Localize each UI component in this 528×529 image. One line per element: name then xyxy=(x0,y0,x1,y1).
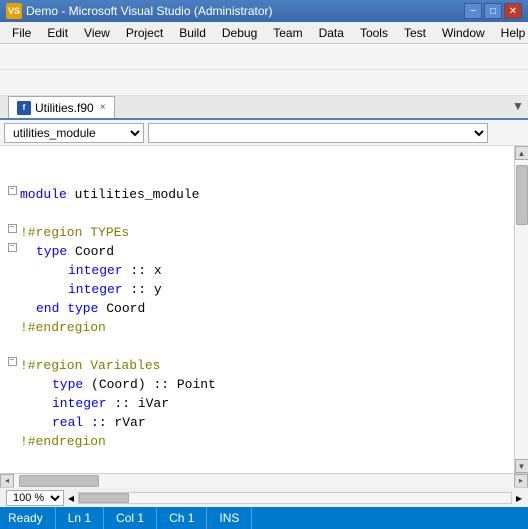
code-content: type Coord xyxy=(36,243,114,262)
editor-row: −module utilities_module−!#region TYPEs−… xyxy=(0,146,528,473)
code-line xyxy=(0,452,514,471)
code-line xyxy=(0,205,514,224)
h-scroll-left-label[interactable]: ◂ xyxy=(68,491,74,505)
code-line: −!#region Variables xyxy=(0,357,514,376)
menu-item-view[interactable]: View xyxy=(76,24,118,42)
code-line: !#endregion xyxy=(0,319,514,338)
title-text: Demo - Microsoft Visual Studio (Administ… xyxy=(26,4,464,18)
status-ins: INS xyxy=(207,507,252,529)
zoom-select[interactable]: 100 % xyxy=(6,490,64,506)
h-scroll-thumb[interactable] xyxy=(19,475,99,487)
code-content: real :: rVar xyxy=(52,414,146,433)
menu-item-file[interactable]: File xyxy=(4,24,39,42)
scroll-right-arrow[interactable]: ▸ xyxy=(514,474,528,488)
code-content: integer :: y xyxy=(68,281,162,300)
code-content: !#endregion xyxy=(20,319,106,338)
maximize-button[interactable]: □ xyxy=(484,3,502,19)
code-content: integer :: iVar xyxy=(52,395,169,414)
main-content: −module utilities_module−!#region TYPEs−… xyxy=(0,146,528,507)
code-line: !#endregion xyxy=(0,433,514,452)
status-bar: Ready Ln 1 Col 1 Ch 1 INS xyxy=(0,507,528,529)
tab-close-button[interactable]: × xyxy=(100,102,106,113)
scope-left-dropdown[interactable]: utilities_module xyxy=(4,123,144,143)
h-scroll-track[interactable] xyxy=(14,474,514,488)
code-line xyxy=(0,338,514,357)
scroll-track[interactable] xyxy=(515,160,528,459)
code-content: !#endregion xyxy=(20,433,106,452)
code-line: − type Coord xyxy=(0,243,514,262)
menu-item-help[interactable]: Help xyxy=(493,24,528,42)
editor-tab[interactable]: f Utilities.f90 × xyxy=(8,96,115,118)
zoom-scroll-track[interactable] xyxy=(78,492,512,504)
collapse-button[interactable]: − xyxy=(8,224,17,233)
code-content: integer :: x xyxy=(68,262,162,281)
code-line: −!#region TYPEs xyxy=(0,224,514,243)
status-ready: Ready xyxy=(8,507,56,529)
collapse-button[interactable]: − xyxy=(8,357,17,366)
code-line: integer :: iVar xyxy=(0,395,514,414)
menu-item-debug[interactable]: Debug xyxy=(214,24,265,42)
minimize-button[interactable]: − xyxy=(464,3,482,19)
status-col: Col 1 xyxy=(104,507,157,529)
vertical-scrollbar: ▲ ▼ xyxy=(514,146,528,473)
menu-item-project[interactable]: Project xyxy=(118,24,171,42)
scope-right-dropdown[interactable] xyxy=(148,123,488,143)
menu-item-edit[interactable]: Edit xyxy=(39,24,76,42)
tab-file-icon: f xyxy=(17,101,31,115)
scroll-up-arrow[interactable]: ▲ xyxy=(515,146,528,160)
code-content: type (Coord) :: Point xyxy=(52,376,216,395)
toolbar-main xyxy=(0,44,528,70)
status-ch: Ch 1 xyxy=(157,507,207,529)
tab-filename: Utilities.f90 xyxy=(35,101,94,115)
menu-item-build[interactable]: Build xyxy=(171,24,214,42)
code-line: real :: rVar xyxy=(0,414,514,433)
code-content: end type Coord xyxy=(36,300,145,319)
horizontal-scrollbar: ◂ ▸ xyxy=(0,473,528,487)
status-line: Ln 1 xyxy=(56,507,104,529)
code-content: module utilities_module xyxy=(20,186,199,205)
menu-item-tools[interactable]: Tools xyxy=(352,24,396,42)
app-icon: VS xyxy=(6,3,22,19)
menu-item-data[interactable]: Data xyxy=(311,24,352,42)
code-content: !#region Variables xyxy=(20,357,160,376)
tab-bar: f Utilities.f90 × ▼ xyxy=(0,96,528,120)
code-line: end type Coord xyxy=(0,300,514,319)
scroll-down-arrow[interactable]: ▼ xyxy=(515,459,528,473)
scroll-left-arrow[interactable]: ◂ xyxy=(0,474,14,488)
h-scroll-right-label[interactable]: ▸ xyxy=(516,491,522,505)
code-line: integer :: y xyxy=(0,281,514,300)
toolbar-secondary xyxy=(0,70,528,96)
scroll-thumb[interactable] xyxy=(516,165,528,225)
menu-item-test[interactable]: Test xyxy=(396,24,434,42)
window-controls: − □ ✕ xyxy=(464,3,522,19)
collapse-button[interactable]: − xyxy=(8,186,17,195)
code-line: type (Coord) :: Point xyxy=(0,376,514,395)
menu-item-window[interactable]: Window xyxy=(434,24,493,42)
code-content: !#region TYPEs xyxy=(20,224,129,243)
tab-scroll-button[interactable]: ▼ xyxy=(508,94,528,118)
code-line: integer :: x xyxy=(0,262,514,281)
collapse-button[interactable]: − xyxy=(8,243,17,252)
code-editor[interactable]: −module utilities_module−!#region TYPEs−… xyxy=(0,146,514,473)
code-lines: −module utilities_module−!#region TYPEs−… xyxy=(0,146,514,473)
title-bar: VS Demo - Microsoft Visual Studio (Admin… xyxy=(0,0,528,22)
menu-item-team[interactable]: Team xyxy=(265,24,310,42)
close-button[interactable]: ✕ xyxy=(504,3,522,19)
zoom-bar: 100 % ◂ ▸ xyxy=(0,487,528,507)
scope-bar: utilities_module xyxy=(0,120,528,146)
code-line: −module utilities_module xyxy=(0,186,514,205)
zoom-scroll-thumb[interactable] xyxy=(79,493,129,503)
menu-bar: FileEditViewProjectBuildDebugTeamDataToo… xyxy=(0,22,528,44)
